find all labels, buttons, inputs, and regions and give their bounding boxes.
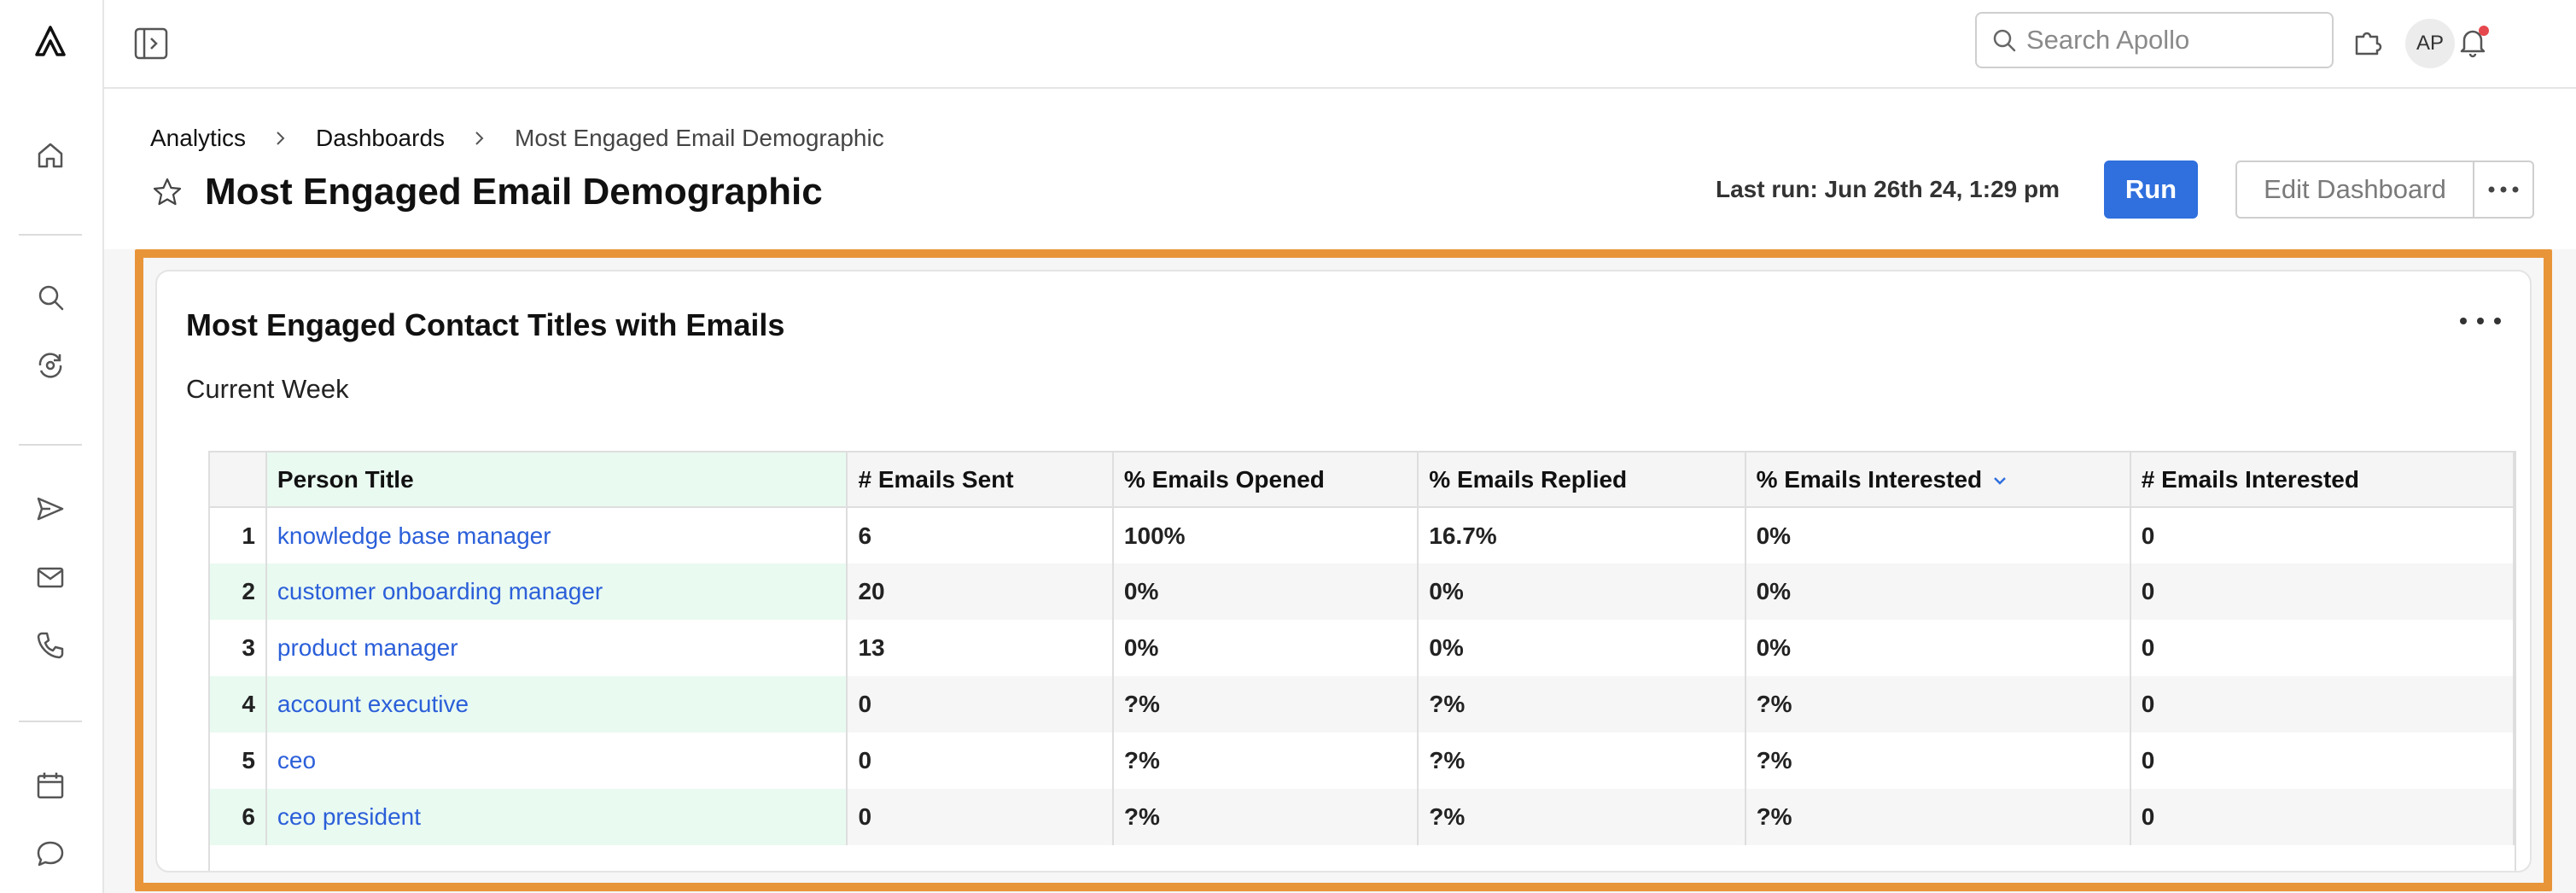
refresh-search-icon[interactable] [32, 347, 69, 384]
top-bar: AP [104, 0, 2576, 89]
search-icon [1993, 29, 2016, 52]
star-icon[interactable] [150, 175, 184, 209]
breadcrumb-analytics[interactable]: Analytics [150, 125, 246, 152]
chevron-right-icon [475, 131, 484, 145]
last-run-text: Last run: Jun 26th 24, 1:29 pm [1716, 176, 2060, 202]
breadcrumb-dashboards[interactable]: Dashboards [316, 125, 445, 152]
notification-dot [2479, 26, 2489, 36]
breadcrumb-current: Most Engaged Email Demographic [515, 125, 884, 151]
breadcrumb: Analytics Dashboards Most Engaged Email … [150, 125, 884, 152]
more-horizontal-icon [2488, 186, 2519, 193]
title-row: Most Engaged Email Demographic [150, 171, 823, 213]
chevron-right-icon [277, 131, 285, 145]
extension-icon[interactable] [2349, 22, 2388, 61]
panel-toggle-icon[interactable] [131, 24, 171, 63]
more-options-button[interactable] [2473, 161, 2534, 219]
send-icon[interactable] [32, 490, 69, 528]
search-input[interactable] [2026, 25, 2317, 55]
search-box[interactable] [1975, 12, 2334, 68]
apollo-logo-icon[interactable] [32, 22, 69, 60]
avatar[interactable]: AP [2405, 19, 2455, 68]
home-icon[interactable] [32, 137, 69, 174]
mail-icon[interactable] [32, 558, 69, 596]
sidebar-divider [19, 721, 82, 722]
run-button[interactable]: Run [2104, 161, 2198, 219]
calendar-icon[interactable] [32, 767, 69, 804]
sidebar-divider [19, 234, 82, 236]
sidebar-divider [19, 444, 82, 446]
notification-bell-icon[interactable] [2453, 22, 2492, 61]
chat-icon[interactable] [32, 835, 69, 873]
sidebar [0, 0, 104, 893]
highlight-frame [135, 249, 2552, 891]
edit-dashboard-button[interactable]: Edit Dashboard [2235, 161, 2474, 219]
search-icon[interactable] [32, 278, 69, 316]
phone-icon[interactable] [32, 627, 69, 664]
page-title: Most Engaged Email Demographic [205, 171, 823, 213]
